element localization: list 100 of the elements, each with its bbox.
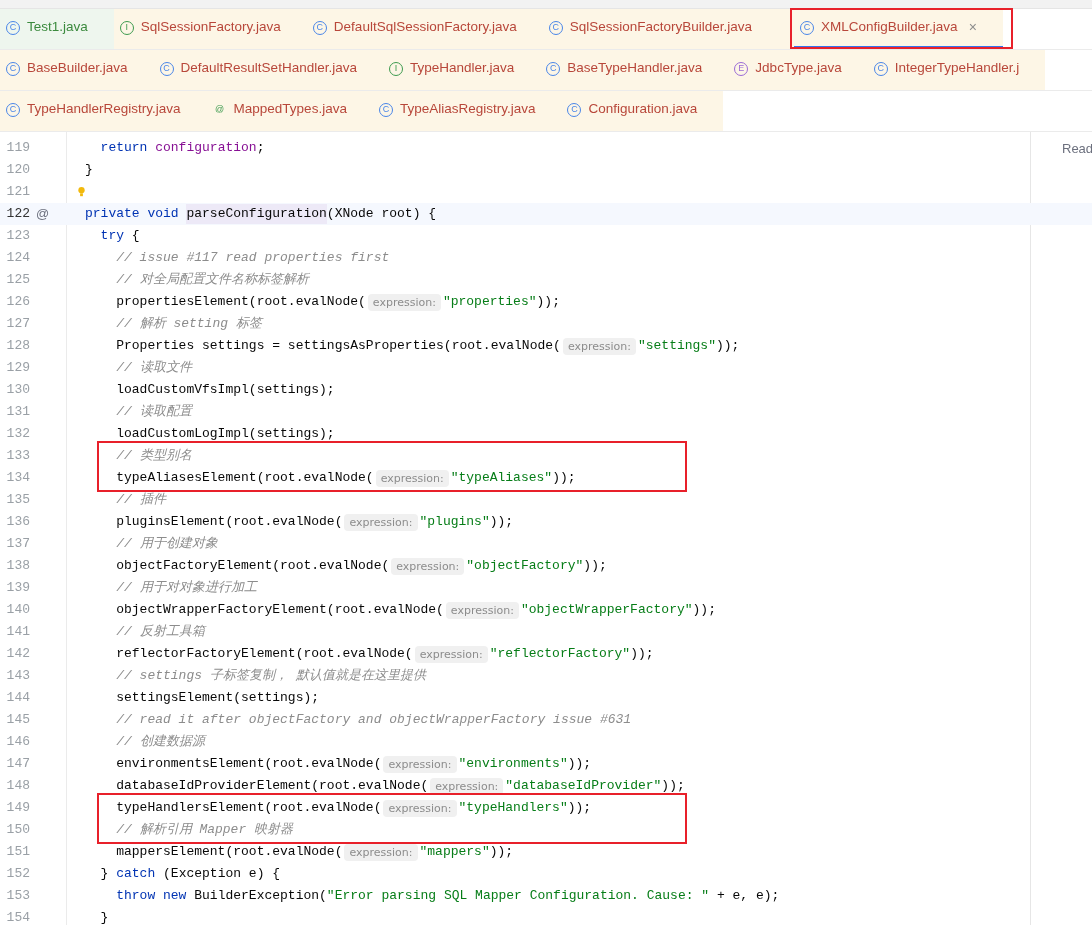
code-text: typeHandlersElement(root.evalNode( — [115, 799, 382, 818]
code-comment: // 对全局配置文件名称标签解析 — [115, 271, 309, 290]
code-text: propertiesElement(root.evalNode( — [115, 293, 366, 312]
parameter-hint: expression: — [367, 293, 441, 311]
line-number: 138 — [5, 557, 30, 576]
code-text: ; — [256, 139, 265, 158]
code-text: objectFactoryElement(root.evalNode( — [115, 557, 390, 576]
string-literal: "typeHandlers" — [458, 799, 568, 818]
line-number: 149 — [5, 799, 30, 818]
code-text: )); — [715, 337, 740, 356]
editor-tab[interactable]: E JdbcType.java — [728, 50, 868, 90]
string-literal: "databaseIdProvider" — [505, 777, 662, 796]
line-number: 137 — [5, 535, 30, 554]
field-name: configuration — [155, 139, 257, 158]
line-number: 150 — [5, 821, 30, 840]
keyword: private void — [85, 205, 180, 224]
line-number: 127 — [5, 315, 30, 334]
parameter-hint: expression: — [414, 645, 488, 663]
editor-tab[interactable]: C DefaultResultSetHandler.java — [153, 50, 383, 90]
editor-tab[interactable]: C IntegerTypeHandler.j — [867, 50, 1046, 90]
line-number: 152 — [5, 865, 30, 884]
string-literal: "environments" — [458, 755, 568, 774]
code-text: settingsElement(settings); — [115, 689, 320, 708]
line-number: 130 — [5, 381, 30, 400]
code-comment: // 读取文件 — [115, 359, 192, 378]
code-text: } — [99, 909, 109, 925]
editor-tab[interactable]: C SqlSessionFactoryBuilder.java — [542, 9, 779, 49]
code-text: )); — [630, 645, 654, 664]
line-number: 140 — [5, 601, 30, 620]
code-text: )); — [489, 513, 514, 532]
code-comment: // 读取配置 — [115, 403, 192, 422]
code-comment: // issue #117 read properties first — [115, 249, 390, 268]
editor-tab[interactable]: C Test1.java — [0, 9, 114, 49]
code-comment: // 创建数据源 — [115, 733, 205, 752]
close-icon[interactable]: × — [968, 17, 977, 38]
code-text: typeAliasesElement(root.evalNode( — [115, 469, 374, 488]
parameter-hint: expression: — [375, 469, 449, 487]
parameter-hint: expression: — [344, 513, 418, 531]
line-number: 122 — [5, 205, 30, 224]
line-number: 132 — [5, 425, 30, 444]
keyword: return — [99, 139, 149, 158]
line-number: 135 — [5, 491, 30, 510]
code-text: (XNode root) { — [326, 205, 437, 224]
editor-tab[interactable]: C BaseBuilder.java — [0, 50, 154, 90]
code-text: pluginsElement(root.evalNode( — [115, 513, 343, 532]
method-name: parseConfiguration — [186, 204, 327, 224]
code-text: reflectorFactoryElement(root.evalNode( — [115, 645, 413, 664]
line-number: 153 — [5, 887, 30, 906]
editor-tab[interactable]: C Configuration.java — [561, 91, 724, 131]
keyword: throw new — [115, 887, 187, 906]
code-text: objectWrapperFactoryElement(root.evalNode( — [115, 601, 444, 620]
editor-tab[interactable]: @ MappedTypes.java — [206, 91, 373, 131]
line-number: 147 — [5, 755, 30, 774]
code-text: )); — [536, 293, 560, 312]
editor-tab[interactable]: C TypeAliasRegistry.java — [372, 91, 562, 131]
code-text: databaseIdProviderElement(root.evalNode( — [115, 777, 429, 796]
string-literal: "mappers" — [419, 843, 490, 862]
parameter-hint: expression: — [391, 557, 465, 575]
line-number: 141 — [5, 623, 30, 642]
code-text: (Exception e) { — [162, 865, 281, 884]
code-text: )); — [567, 755, 592, 774]
parameter-hint: expression: — [445, 601, 519, 619]
code-text: environmentsElement(root.evalNode( — [115, 755, 382, 774]
line-number: 133 — [5, 447, 30, 466]
line-number: 129 — [5, 359, 30, 378]
editor-tab[interactable]: C DefaultSqlSessionFactory.java — [306, 9, 543, 49]
line-number: 144 — [5, 689, 30, 708]
string-literal: "objectFactory" — [466, 557, 584, 576]
line-number: 154 — [5, 909, 30, 925]
code-text: mappersElement(root.evalNode( — [115, 843, 343, 862]
code-text: + e, e); — [715, 887, 780, 906]
code-comment: // 类型别名 — [115, 447, 192, 466]
line-number: 119 — [5, 139, 30, 158]
line-number: 139 — [5, 579, 30, 598]
code-text: )); — [552, 469, 576, 488]
parameter-hint: expression: — [383, 799, 457, 817]
code-text: )); — [489, 843, 514, 862]
override-marker-icon[interactable]: @ — [36, 204, 50, 224]
line-number: 126 — [5, 293, 30, 312]
code-text: )); — [567, 799, 592, 818]
code-comment: // settings 子标签复制， 默认值就是在这里提供 — [115, 667, 426, 686]
line-number: 143 — [5, 667, 30, 686]
code-comment: // read it after objectFactory and objectWrapperFactory issue #631 — [115, 711, 632, 730]
line-number: 136 — [5, 513, 30, 532]
keyword: try — [99, 227, 124, 246]
code-text: { — [130, 227, 140, 246]
editor-tab[interactable]: C TypeHandlerRegistry.java — [0, 91, 207, 131]
editor-tab[interactable]: C BaseTypeHandler.java — [540, 50, 729, 90]
editor-tab[interactable]: I TypeHandler.java — [382, 50, 541, 90]
string-literal: "settings" — [637, 337, 716, 356]
string-literal: "plugins" — [419, 513, 490, 532]
line-number: 121 — [5, 183, 30, 202]
reader-mode-label[interactable]: Read — [1062, 139, 1092, 159]
line-number: 146 — [5, 733, 30, 752]
code-text: )); — [583, 557, 607, 576]
editor-tab[interactable]: I SqlSessionFactory.java — [113, 9, 307, 49]
string-literal: "Error parsing SQL Mapper Configuration. Cause: " — [326, 887, 710, 906]
keyword: catch — [116, 865, 156, 884]
file-type-icon: @ — [212, 102, 227, 117]
code-text: Properties settings = settingsAsProperties(root.evalNode( — [115, 337, 561, 356]
